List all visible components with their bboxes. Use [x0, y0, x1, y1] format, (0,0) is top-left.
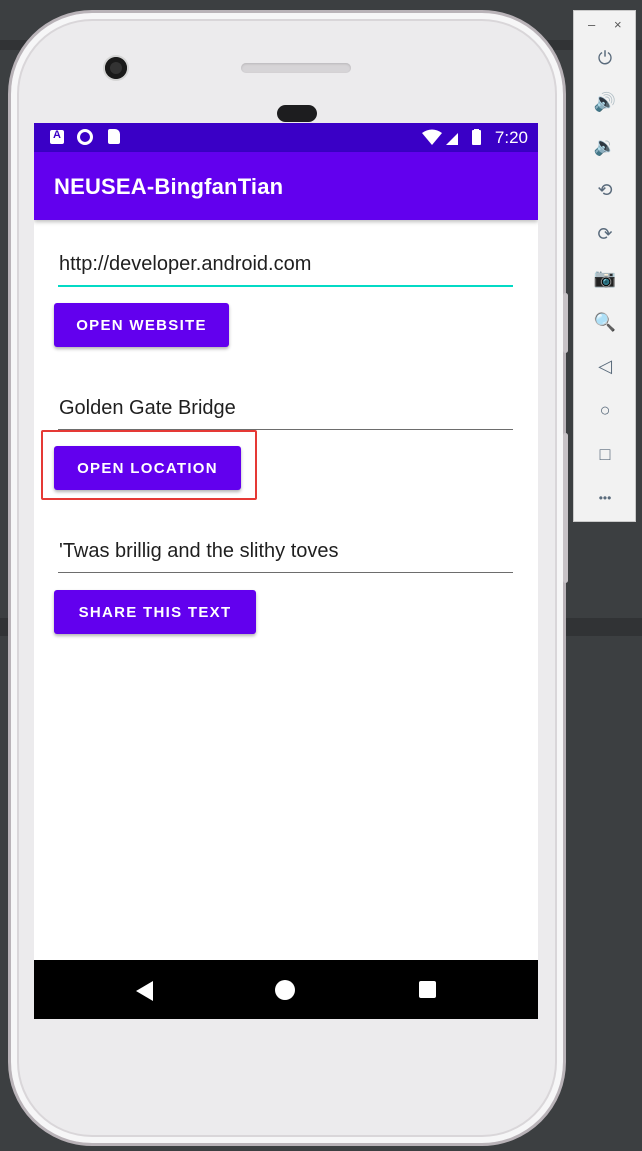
device-screen: 7:20 NEUSEA-BingfanTian http://developer… — [34, 123, 538, 1019]
volume-up-icon[interactable]: 🔊 — [588, 87, 622, 117]
nav-home-icon[interactable] — [275, 980, 295, 1000]
app-title: NEUSEA-BingfanTian — [54, 174, 284, 199]
share-text-button[interactable]: SHARE THIS TEXT — [54, 590, 256, 634]
power-side-button — [563, 293, 568, 353]
status-bar: 7:20 — [34, 123, 538, 152]
cell-signal-icon — [446, 133, 458, 145]
back-icon[interactable]: ◁ — [588, 351, 622, 381]
proximity-sensor — [277, 105, 317, 122]
front-camera-icon — [105, 57, 127, 79]
sd-card-icon — [108, 129, 120, 144]
notification-a-icon — [50, 129, 64, 144]
location-field[interactable]: Golden Gate Bridge — [58, 395, 513, 430]
navigation-bar — [34, 960, 538, 1019]
app-bar: NEUSEA-BingfanTian — [34, 152, 538, 220]
home-icon[interactable]: ○ — [588, 395, 622, 425]
share-text-value: 'Twas brillig and the slithy toves — [59, 540, 339, 562]
nav-back-icon[interactable] — [136, 981, 153, 1001]
status-time: 7:20 — [494, 128, 528, 147]
emulator-toolbar: – × ⏻ 🔊 🔉 ⟲ ⟳ 📷 🔍 ◁ ○ □ ••• — [573, 10, 636, 522]
more-icon[interactable]: ••• — [588, 483, 622, 513]
zoom-icon[interactable]: 🔍 — [588, 307, 622, 337]
notification-circle-icon — [77, 129, 93, 145]
volume-side-button — [563, 433, 568, 583]
share-text-field[interactable]: 'Twas brillig and the slithy toves — [58, 538, 513, 573]
nav-recents-icon[interactable] — [419, 981, 436, 998]
annotation-highlight-box — [41, 430, 257, 500]
camera-icon[interactable]: 📷 — [588, 263, 622, 293]
minimize-window-button[interactable]: – — [588, 17, 595, 32]
power-icon[interactable]: ⏻ — [588, 43, 622, 73]
location-text: Golden Gate Bridge — [59, 397, 236, 419]
battery-icon — [472, 130, 481, 145]
website-url-text: http://developer.android.com — [59, 253, 312, 275]
wifi-icon — [422, 129, 442, 145]
rotate-right-icon[interactable]: ⟳ — [588, 219, 622, 249]
overview-icon[interactable]: □ — [588, 439, 622, 469]
website-url-field[interactable]: http://developer.android.com — [58, 251, 513, 287]
volume-down-icon[interactable]: 🔉 — [588, 131, 622, 161]
close-window-button[interactable]: × — [614, 17, 622, 32]
signal-battery-icons — [422, 129, 481, 145]
open-website-button[interactable]: OPEN WEBSITE — [54, 303, 229, 347]
speaker-grille — [241, 63, 351, 73]
rotate-left-icon[interactable]: ⟲ — [588, 175, 622, 205]
